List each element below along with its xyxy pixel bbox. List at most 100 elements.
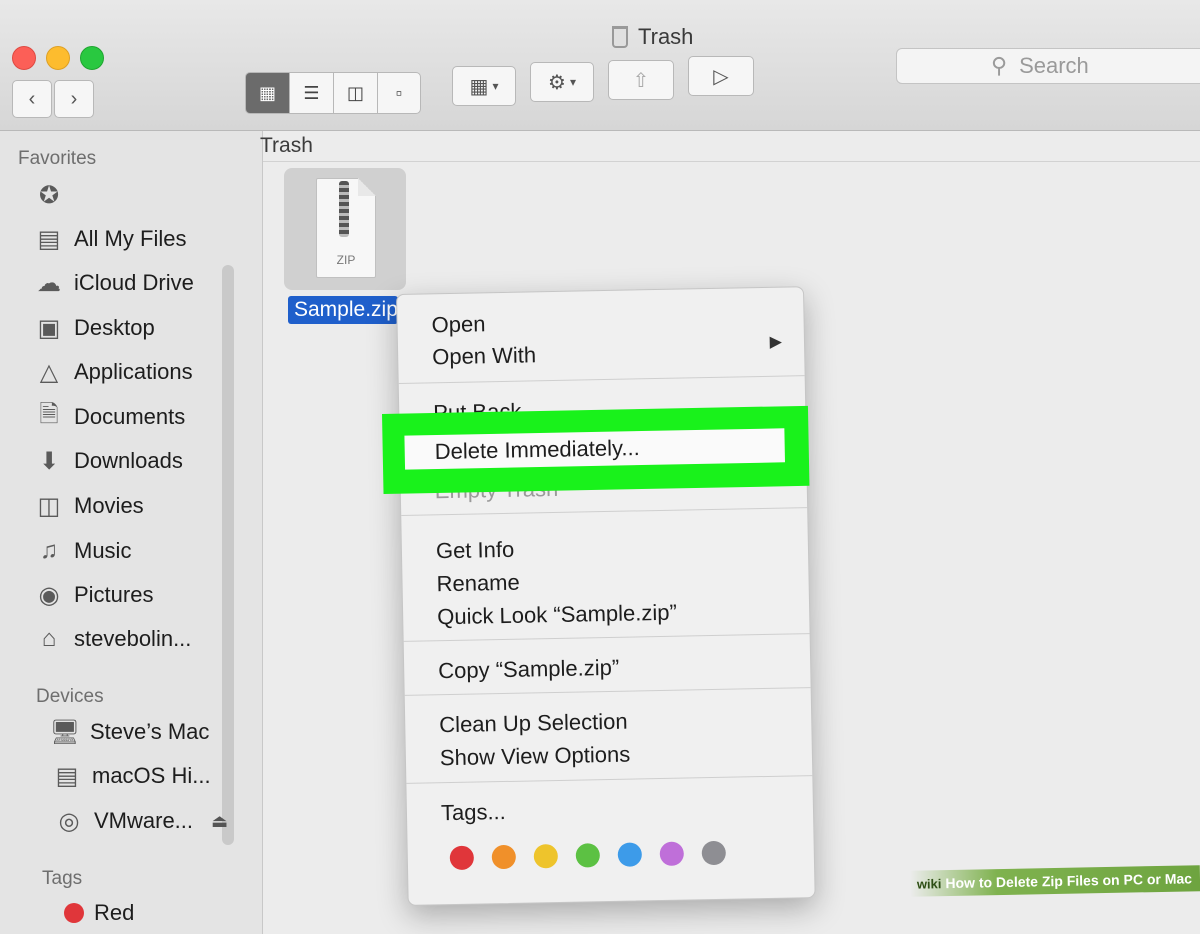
sidebar-scrollbar[interactable]	[222, 265, 234, 845]
chevron-right-icon: ›	[70, 87, 78, 110]
menu-item-delete-immediately-label: Delete Immediately...	[434, 435, 640, 464]
arrange-button[interactable]: ▦ ▾	[452, 66, 516, 106]
close-window-button[interactable]	[12, 46, 36, 70]
list-view-icon: ☰	[303, 82, 320, 103]
sidebar-item-label: macOS Hi...	[92, 763, 211, 788]
sidebar-item-vmware[interactable]: ◎ VMware... ⏏	[54, 806, 229, 836]
menu-item-rename[interactable]: Rename	[436, 570, 520, 598]
watermark-text: How to Delete Zip Files on PC or Mac	[945, 870, 1193, 892]
window-titlebar: Trash ‹ › ▦ ☰ ◫ ▫ ▦ ▾ ⚙ ▾ ⇧ ▷ ⚲	[0, 0, 1200, 131]
menu-item-quick-look[interactable]: Quick Look “Sample.zip”	[437, 600, 677, 631]
sidebar-item-pictures[interactable]: ◉ Pictures	[34, 580, 154, 610]
share-button[interactable]: ⇧	[608, 60, 674, 100]
sidebar-item-label: Music	[74, 538, 132, 563]
applications-icon: △	[39, 358, 59, 386]
sidebar-item-documents[interactable]: 🗎 Documents	[34, 401, 186, 432]
sidebar-item-macos-drive[interactable]: ▤ macOS Hi...	[52, 761, 211, 791]
window-title: Trash	[612, 24, 693, 50]
context-menu: Open Open With ▶ Put Back Empty Trash Ge…	[396, 286, 816, 906]
devices-header: Devices	[36, 686, 104, 707]
sidebar-item-music[interactable]: ♫ Music	[34, 536, 131, 566]
action-button[interactable]: ⚙ ▾	[530, 62, 594, 102]
file-name-label[interactable]: Sample.zip	[288, 296, 398, 324]
file-icon-selected[interactable]: ZIP	[284, 168, 406, 290]
menu-separator	[403, 633, 810, 642]
sidebar-item-label: Red	[94, 900, 135, 925]
eject-icon[interactable]: ⏏	[211, 811, 228, 832]
sidebar-item-applications[interactable]: △ Applications	[34, 357, 193, 387]
home-icon: ⌂	[41, 625, 57, 652]
forward-button[interactable]: ›	[54, 80, 94, 118]
menu-item-show-view-options[interactable]: Show View Options	[440, 742, 631, 772]
desktop-icon: ▣	[37, 314, 61, 342]
delete-immediately-highlight: Delete Immediately...	[382, 405, 810, 494]
page-fold	[358, 178, 376, 196]
sidebar-item-steves-mac[interactable]: 🖥 Steve’s Mac	[50, 717, 210, 747]
search-icon: ⚲	[990, 53, 1008, 78]
icon-view-button[interactable]: ▦	[245, 72, 289, 114]
sidebar-item-home[interactable]: ⌂ stevebolin...	[34, 624, 192, 654]
trash-icon	[612, 26, 628, 48]
chevron-down-icon: ▾	[569, 75, 576, 89]
menu-item-delete-immediately[interactable]: Delete Immediately...	[404, 428, 786, 470]
menu-separator	[406, 775, 813, 784]
sidebar-item-label: VMware...	[94, 808, 194, 833]
column-view-button[interactable]: ◫	[333, 72, 377, 114]
camera-icon: ◉	[38, 581, 60, 609]
drive-icon: ▤	[55, 762, 79, 790]
sidebar-item-all-my-files[interactable]: ▤ All My Files	[34, 224, 187, 254]
sidebar-item-label: Applications	[74, 359, 193, 384]
menu-item-open-with[interactable]: Open With	[432, 342, 536, 370]
menu-item-open[interactable]: Open	[431, 311, 485, 338]
chevron-left-icon: ‹	[28, 87, 36, 110]
sidebar-item-label: Movies	[74, 493, 144, 518]
tag-dot-orange[interactable]	[491, 844, 517, 870]
sidebar-item-tag-red[interactable]: Red	[64, 900, 134, 926]
zoom-window-button[interactable]	[80, 46, 104, 70]
share-icon: ⇧	[632, 69, 650, 92]
menu-item-get-info[interactable]: Get Info	[436, 537, 515, 564]
cover-flow-icon: ▫	[395, 82, 403, 103]
airdrop-icon: ✪	[38, 181, 60, 209]
all-files-icon: ▤	[37, 225, 61, 253]
sidebar-item-label: Downloads	[74, 448, 183, 473]
tag-dot-red[interactable]	[449, 845, 475, 871]
tag-color-row	[449, 840, 727, 871]
sidebar-item-downloads[interactable]: ⬇ Downloads	[34, 446, 183, 476]
gear-icon: ⚙	[548, 71, 566, 94]
zip-badge: ZIP	[336, 253, 356, 267]
list-view-button[interactable]: ☰	[289, 72, 333, 114]
sidebar-item-icloud-drive[interactable]: ☁ iCloud Drive	[34, 268, 194, 298]
cover-flow-button[interactable]: ▫	[377, 72, 421, 114]
menu-separator	[404, 687, 811, 696]
sidebar-item-desktop[interactable]: ▣ Desktop	[34, 313, 155, 343]
tag-dot-blue[interactable]	[617, 842, 643, 867]
tag-dot-green[interactable]	[575, 843, 601, 868]
tag-dot-purple[interactable]	[659, 841, 685, 867]
search-input[interactable]	[1017, 52, 1112, 80]
back-button[interactable]: ‹	[12, 80, 52, 118]
search-field[interactable]: ⚲	[896, 48, 1200, 84]
sidebar-item-airdrop[interactable]: ✪	[34, 180, 64, 210]
tags-header: Tags	[42, 868, 83, 889]
tag-icon: ▷	[713, 65, 729, 88]
tag-dot-gray[interactable]	[701, 840, 727, 866]
sidebar-item-movies[interactable]: ◫ Movies	[34, 491, 144, 521]
sidebar-item-label: Documents	[74, 404, 186, 429]
music-icon: ♫	[40, 537, 58, 564]
watermark-brand: wiki	[916, 875, 942, 892]
minimize-window-button[interactable]	[46, 46, 70, 70]
watermark: wiki How to Delete Zip Files on PC or Ma…	[909, 865, 1200, 897]
favorites-header: Favorites	[18, 148, 97, 169]
edit-tags-button[interactable]: ▷	[688, 56, 754, 96]
menu-item-clean-up-selection[interactable]: Clean Up Selection	[439, 709, 628, 739]
arrange-grid-icon: ▦	[469, 75, 489, 98]
view-mode-selector: ▦ ☰ ◫ ▫	[245, 72, 421, 114]
menu-item-copy[interactable]: Copy “Sample.zip”	[438, 655, 619, 684]
tag-dot-yellow[interactable]	[533, 843, 559, 869]
zip-file-icon: ZIP	[316, 178, 376, 278]
sidebar-item-label: Steve’s Mac	[90, 719, 210, 744]
menu-separator	[398, 375, 805, 384]
menu-item-tags[interactable]: Tags...	[441, 799, 506, 826]
sidebar-item-label: stevebolin...	[74, 626, 192, 651]
